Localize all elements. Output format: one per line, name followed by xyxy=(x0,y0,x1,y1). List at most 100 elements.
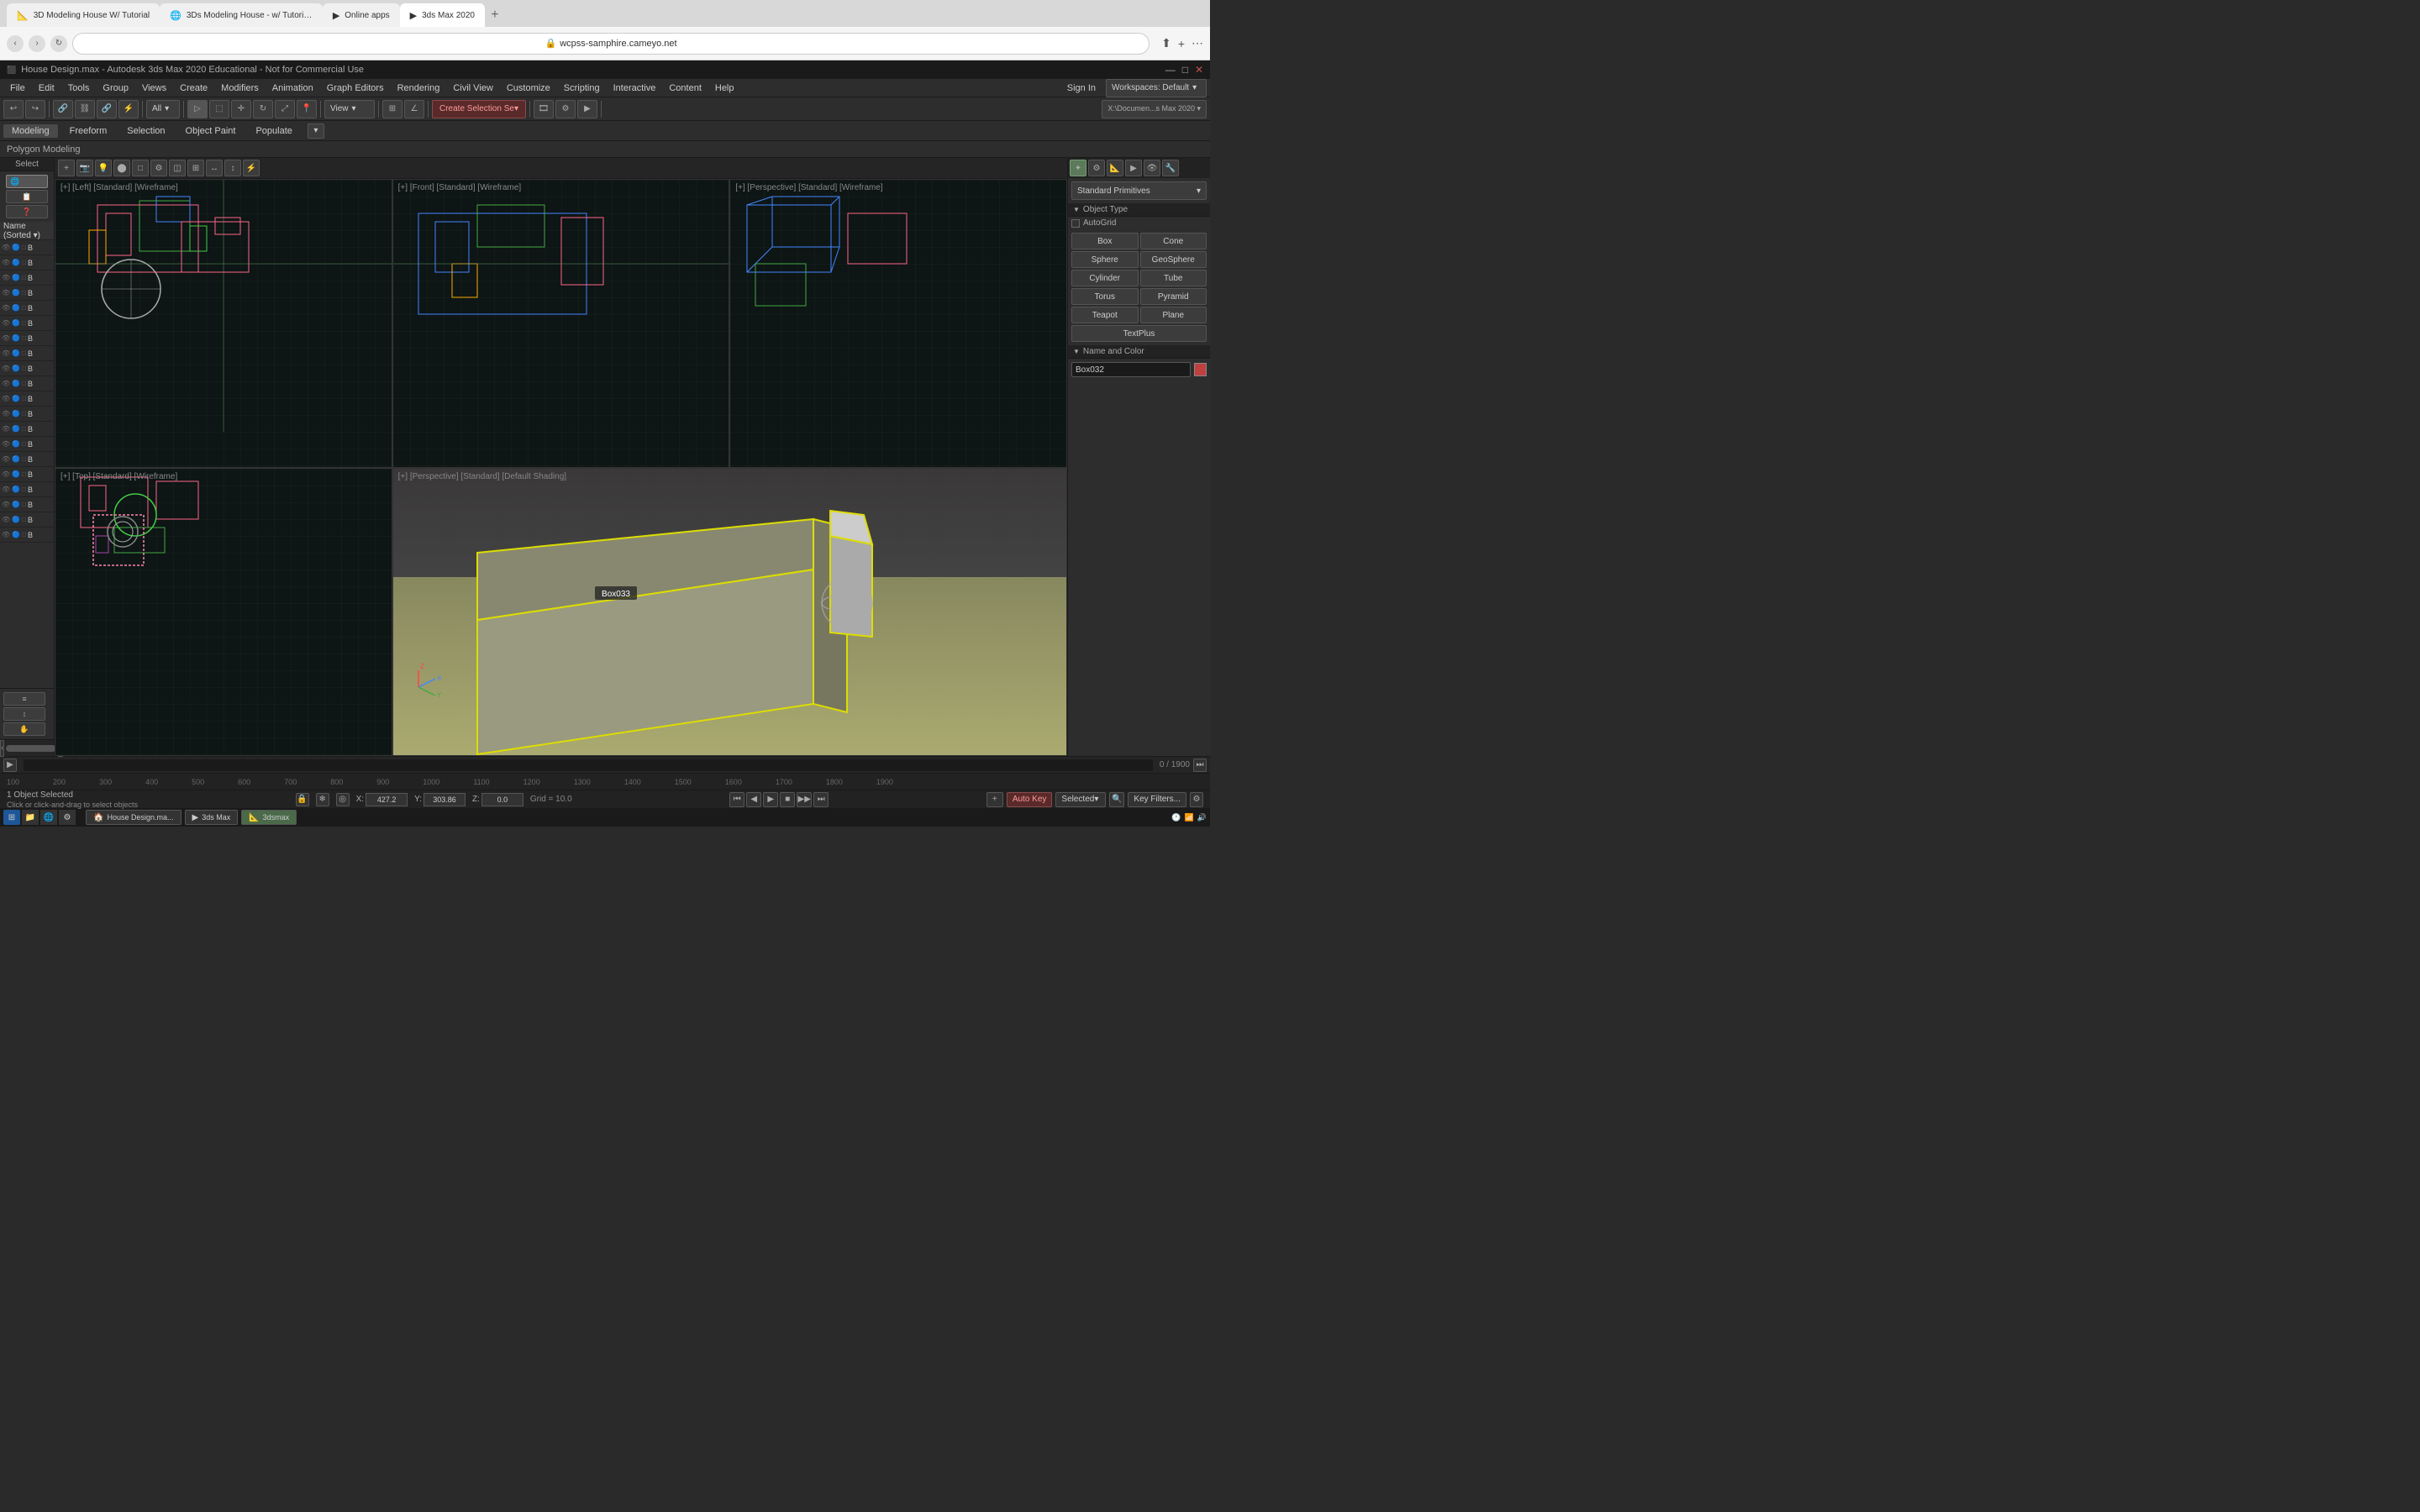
vp-icon-misc3[interactable]: ◫ xyxy=(169,160,186,176)
menu-content[interactable]: Content xyxy=(662,81,708,95)
filter-btn[interactable]: ≡ xyxy=(3,692,45,706)
selected-dropdown[interactable]: Selected ▾ xyxy=(1055,792,1106,807)
viewport-left[interactable]: [+] [Left] [Standard] [Wireframe] xyxy=(55,179,392,468)
vp-icon-misc2[interactable]: ⚙ xyxy=(150,160,167,176)
menu-signin[interactable]: Sign In xyxy=(1060,81,1102,95)
viewport-perspective[interactable]: [+] [Perspective] [Standard] [Default Sh… xyxy=(392,468,1067,757)
vp-icon-misc7[interactable]: ⚡ xyxy=(243,160,260,176)
scene-explorer-btn[interactable]: 🌐 xyxy=(6,175,48,188)
share-icon[interactable]: ⬆ xyxy=(1161,36,1171,50)
viewport-front[interactable]: [+] [Front] [Standard] [Wireframe] xyxy=(392,179,730,468)
viewport-top[interactable]: [+] [Top] [Standard] [Wireframe] xyxy=(55,468,392,757)
undo-button[interactable]: ↩ xyxy=(3,100,24,118)
btn-plane[interactable]: Plane xyxy=(1140,307,1207,323)
list-item-7[interactable]: 👁 🔵 □ B xyxy=(0,331,54,346)
tab-populate[interactable]: Populate xyxy=(247,124,300,138)
list-item-3[interactable]: 👁 🔵 □ B xyxy=(0,270,54,286)
file-explorer-btn[interactable]: 📁 xyxy=(22,810,39,825)
btn-pyramid[interactable]: Pyramid xyxy=(1140,288,1207,305)
list-item-13[interactable]: 👁 🔵 □ B xyxy=(0,422,54,437)
auto-key-btn[interactable]: Auto Key xyxy=(1007,792,1053,807)
btn-torus[interactable]: Torus xyxy=(1071,288,1139,305)
scroll-left[interactable]: ‹ xyxy=(0,740,4,757)
modify-icon[interactable]: ⚙ xyxy=(1088,160,1105,176)
redo-button[interactable]: ↪ xyxy=(25,100,45,118)
menu-views[interactable]: Views xyxy=(135,81,173,95)
object-name-input[interactable] xyxy=(1071,362,1191,377)
filter-dropdown[interactable]: All ▾ xyxy=(146,100,180,118)
grab-btn[interactable]: ✋ xyxy=(3,722,45,736)
timeline-track[interactable] xyxy=(24,759,1153,771)
render-active-btn[interactable]: ▶ xyxy=(577,100,597,118)
help-left-btn[interactable]: ❓ xyxy=(6,205,48,218)
list-item-20[interactable]: 👁 🔵 □ B xyxy=(0,528,54,543)
x-input[interactable] xyxy=(366,793,408,806)
menu-scripting[interactable]: Scripting xyxy=(557,81,607,95)
hierarchy-icon[interactable]: 📐 xyxy=(1107,160,1123,176)
create-icon[interactable]: ✦ xyxy=(1070,160,1086,176)
tab-3d-modeling[interactable]: 📐 3D Modeling House W/ Tutorial xyxy=(7,3,160,27)
motion-icon[interactable]: ▶ xyxy=(1125,160,1142,176)
menu-edit[interactable]: Edit xyxy=(32,81,61,95)
anim-start[interactable]: ⏮ xyxy=(729,792,744,807)
new-window-icon[interactable]: + xyxy=(1178,37,1185,50)
taskbar-house-design[interactable]: 🏠 House Design.ma... xyxy=(86,810,182,825)
tab-online-apps[interactable]: ▶ Online apps xyxy=(323,3,400,27)
render-frame-btn[interactable]: 🎞 xyxy=(534,100,554,118)
menu-icon[interactable]: ⋯ xyxy=(1192,36,1203,50)
list-item-1[interactable]: 👁 🔵 □ B xyxy=(0,240,54,255)
sort-btn[interactable]: ↕ xyxy=(3,707,45,721)
btn-cylinder[interactable]: Cylinder xyxy=(1071,270,1139,286)
menu-create[interactable]: Create xyxy=(173,81,214,95)
timeline-play-btn[interactable]: ▶ xyxy=(3,759,17,772)
menu-civil-view[interactable]: Civil View xyxy=(446,81,499,95)
windows-start-btn[interactable]: ⊞ xyxy=(3,810,20,825)
btn-tube[interactable]: Tube xyxy=(1140,270,1207,286)
menu-customize[interactable]: Customize xyxy=(500,81,557,95)
misc-status-btn[interactable]: ⚙ xyxy=(1190,792,1203,807)
anim-next[interactable]: ▶▶ xyxy=(797,792,812,807)
primitives-dropdown[interactable]: Standard Primitives ▾ xyxy=(1071,181,1207,200)
list-item-17[interactable]: 👁 🔵 □ B xyxy=(0,482,54,497)
btn-box[interactable]: Box xyxy=(1071,233,1139,249)
btn-cone[interactable]: Cone xyxy=(1140,233,1207,249)
create-selection-button[interactable]: Create Selection Se ▾ xyxy=(432,100,526,118)
menu-interactive[interactable]: Interactive xyxy=(607,81,663,95)
unlink-button[interactable]: ⛓ xyxy=(75,100,95,118)
reload-button[interactable]: ↻ xyxy=(50,35,67,52)
list-item-9[interactable]: 👁 🔵 □ B xyxy=(0,361,54,376)
taskbar-3ds-max[interactable]: ▶ 3ds Max xyxy=(185,810,239,825)
menu-tools[interactable]: Tools xyxy=(61,81,97,95)
list-item-15[interactable]: 👁 🔵 □ B xyxy=(0,452,54,467)
vp-icon-light[interactable]: 💡 xyxy=(95,160,112,176)
menu-file[interactable]: File xyxy=(3,81,32,95)
vp-icon-plus[interactable]: + xyxy=(58,160,75,176)
move-button[interactable]: ✛ xyxy=(231,100,251,118)
search-btn[interactable]: 🔍 xyxy=(1109,792,1124,807)
snap2d-icon[interactable]: ◎ xyxy=(336,793,350,806)
layer-explorer-btn[interactable]: 📋 xyxy=(6,190,48,203)
list-scroll[interactable]: 👁 🔵 □ B 👁 🔵 □ B 👁 🔵 □ xyxy=(0,240,54,688)
view-dropdown[interactable]: View ▾ xyxy=(324,100,375,118)
color-swatch[interactable] xyxy=(1194,363,1207,376)
list-item-6[interactable]: 👁 🔵 □ B xyxy=(0,316,54,331)
list-item-2[interactable]: 👁 🔵 □ B xyxy=(0,255,54,270)
tab-selection[interactable]: Selection xyxy=(118,124,173,138)
place-button[interactable]: 📍 xyxy=(297,100,317,118)
list-item-5[interactable]: 👁 🔵 □ B xyxy=(0,301,54,316)
vp-icon-misc1[interactable]: □ xyxy=(132,160,149,176)
menu-rendering[interactable]: Rendering xyxy=(391,81,447,95)
maxscript-path[interactable]: X:\Documen...s Max 2020 ▾ xyxy=(1102,100,1207,118)
workspaces-dropdown[interactable]: Workspaces: Default ▾ xyxy=(1106,79,1207,97)
tab-modeling[interactable]: Modeling xyxy=(3,124,58,138)
scroll-track[interactable] xyxy=(6,745,56,752)
btn-sphere[interactable]: Sphere xyxy=(1071,251,1139,268)
lock-icon[interactable]: 🔒 xyxy=(296,793,309,806)
add-key-btn[interactable]: + xyxy=(986,792,1003,807)
misc-btn-1[interactable]: ⚡ xyxy=(118,100,139,118)
new-tab-button[interactable]: + xyxy=(485,3,505,27)
list-item-10[interactable]: 👁 🔵 □ B xyxy=(0,376,54,391)
populate-dropdown[interactable]: ▾ xyxy=(308,123,324,139)
anim-prev[interactable]: ◀ xyxy=(746,792,761,807)
btn-teapot[interactable]: Teapot xyxy=(1071,307,1139,323)
